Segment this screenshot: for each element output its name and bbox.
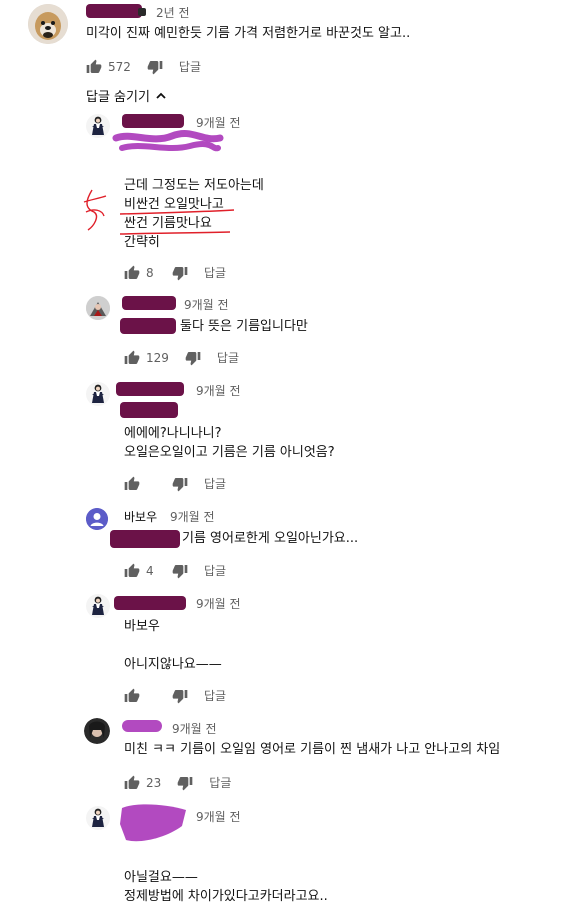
avatar[interactable] xyxy=(28,4,68,44)
comment-text-line: 오일은오일이고 기름은 기름 아니엇음? xyxy=(124,445,335,460)
thumb-down-icon[interactable] xyxy=(147,59,163,75)
comment-actions: 8 답글 xyxy=(124,264,226,281)
thumb-down-icon[interactable] xyxy=(172,476,188,492)
reply-button[interactable]: 답글 xyxy=(217,349,239,366)
reply-button[interactable]: 답글 xyxy=(209,774,231,791)
redacted-mention xyxy=(120,318,176,334)
comment-text-line: 기름 영어로한게 오일아닌가요... xyxy=(182,531,359,546)
thumb-up-icon[interactable] xyxy=(124,476,140,492)
chevron-up-icon xyxy=(156,92,166,99)
redacted-author-name xyxy=(116,382,184,396)
reply-button[interactable]: 답글 xyxy=(204,264,226,281)
thumb-up-icon[interactable] xyxy=(124,350,140,366)
comment-text-line: 아닐걸요—— xyxy=(124,870,198,885)
avatar[interactable] xyxy=(86,296,110,320)
reply-button[interactable]: 답글 xyxy=(204,687,226,704)
comment-text-line: 바보우 xyxy=(124,619,160,634)
comment-text-line: 에에에?나니나니? xyxy=(124,426,222,441)
avatar[interactable] xyxy=(86,594,110,618)
comment-text: 미각이 진짜 예민한듯 기름 가격 저렴한거로 바꾼것도 알고.. xyxy=(86,26,411,41)
avatar[interactable] xyxy=(84,718,110,744)
hide-replies-button[interactable]: 답글 숨기기 xyxy=(86,86,168,105)
comment-actions: 답글 xyxy=(124,687,226,704)
comment-timestamp: 2년 전 xyxy=(156,6,190,20)
reply-button[interactable]: 답글 xyxy=(204,475,226,492)
thumb-down-icon[interactable] xyxy=(172,688,188,704)
thumb-up-icon[interactable] xyxy=(124,688,140,704)
comment-timestamp: 9개월 전 xyxy=(184,298,229,312)
comment-text-line: 미친 ㅋㅋ 기름이 오일임 영어로 기름이 찐 냄새가 나고 안나고의 차임 xyxy=(124,742,501,757)
comment-author[interactable]: 바보우 xyxy=(124,508,157,525)
thumb-up-icon[interactable] xyxy=(86,59,102,75)
thumb-down-icon[interactable] xyxy=(185,350,201,366)
like-count: 572 xyxy=(108,59,131,74)
comment-timestamp: 9개월 전 xyxy=(196,384,241,398)
comment-actions: 답글 xyxy=(124,475,226,492)
scribble-redaction xyxy=(120,804,186,842)
avatar[interactable] xyxy=(86,508,108,530)
like-count: 8 xyxy=(146,265,154,280)
comment-actions: 129 답글 xyxy=(124,349,239,366)
like-count: 4 xyxy=(146,563,154,578)
thumb-down-icon[interactable] xyxy=(172,563,188,579)
like-count: 23 xyxy=(146,775,162,790)
redacted-author-name xyxy=(122,296,176,310)
comment-timestamp: 9개월 전 xyxy=(196,597,241,611)
thumb-up-icon[interactable] xyxy=(124,265,140,281)
avatar[interactable] xyxy=(86,382,110,406)
thumb-down-icon[interactable] xyxy=(177,775,193,791)
redacted-author-name xyxy=(122,720,162,732)
redacted-author-name xyxy=(114,596,186,610)
reply-button[interactable]: 답글 xyxy=(179,58,201,75)
like-count: 129 xyxy=(146,350,169,365)
comment-actions: 23 답글 xyxy=(124,774,231,791)
comment-actions: 572 답글 xyxy=(86,58,201,75)
comment-actions: 4 답글 xyxy=(124,562,226,579)
scribble-redaction xyxy=(112,130,224,152)
redacted-mention xyxy=(110,530,180,548)
comment-timestamp: 9개월 전 xyxy=(170,510,215,524)
redacted-author-name xyxy=(122,114,184,128)
handwritten-annotation xyxy=(83,189,235,235)
reply-button[interactable]: 답글 xyxy=(204,562,226,579)
comment-timestamp: 9개월 전 xyxy=(196,810,241,824)
thumb-up-icon[interactable] xyxy=(124,563,140,579)
comment-text-line: 둘다 뜻은 기름입니다만 xyxy=(180,319,308,334)
avatar[interactable] xyxy=(86,806,110,830)
comment-text-line: 아니지않나요—— xyxy=(124,657,222,672)
redacted-author-name xyxy=(86,4,142,18)
redacted-author-name xyxy=(138,8,146,16)
thumb-up-icon[interactable] xyxy=(124,775,140,791)
thumb-down-icon[interactable] xyxy=(172,265,188,281)
redacted-mention xyxy=(120,402,178,418)
avatar[interactable] xyxy=(86,114,110,138)
hide-replies-label: 답글 숨기기 xyxy=(86,90,150,105)
comment-timestamp: 9개월 전 xyxy=(172,722,217,736)
comment-text-line: 정제방법에 차이가있다고카더라고요.. xyxy=(124,889,328,904)
